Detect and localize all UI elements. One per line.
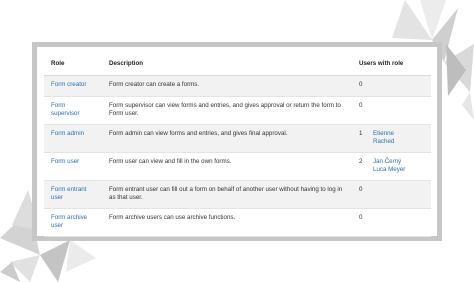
column-header-users: Users with role xyxy=(352,54,431,76)
role-link-form-admin[interactable]: Form admin xyxy=(51,130,84,137)
role-link-form-creator[interactable]: Form creator xyxy=(51,81,86,88)
roles-table: Role Description Users with role Form cr… xyxy=(44,54,431,237)
table-row: Form admin Form admin can view forms and… xyxy=(44,124,431,153)
role-description: Form admin can view forms and entries, a… xyxy=(102,124,352,153)
role-link-form-archive-user[interactable]: Form archive user xyxy=(51,214,87,229)
user-link[interactable]: Jan Černý xyxy=(373,158,405,166)
table-header-row: Role Description Users with role xyxy=(44,54,431,76)
roles-table-panel: Role Description Users with role Form cr… xyxy=(32,42,442,241)
role-link-form-user[interactable]: Form user xyxy=(51,158,79,165)
user-count: 0 xyxy=(359,102,363,109)
table-row: Form supervisor Form supervisor can view… xyxy=(44,96,431,125)
table-row: Form entrant user Form entrant user can … xyxy=(44,180,431,209)
table-row: Form user Form user can view and fill in… xyxy=(44,152,431,181)
user-count: 0 xyxy=(359,214,363,221)
user-count: 2 xyxy=(359,158,363,165)
role-description: Form creator can create a forms. xyxy=(102,75,352,97)
user-count: 0 xyxy=(359,186,363,193)
user-link[interactable]: Rached xyxy=(373,138,394,146)
role-description: Form archive users can use archive funct… xyxy=(102,208,352,237)
user-link[interactable]: Etienne xyxy=(373,130,394,138)
role-description: Form user can view and fill in the own f… xyxy=(102,152,352,181)
role-link-form-entrant-user[interactable]: Form entrant user xyxy=(51,186,86,201)
role-description: Form entrant user can fill out a form on… xyxy=(102,180,352,209)
user-count: 0 xyxy=(359,81,363,88)
role-link-form-supervisor[interactable]: Form supervisor xyxy=(51,102,80,117)
user-link[interactable]: Luca Meyer xyxy=(373,166,405,174)
table-row: Form archive user Form archive users can… xyxy=(44,208,431,237)
user-count: 1 xyxy=(359,130,363,137)
column-header-description: Description xyxy=(102,54,352,76)
column-header-role: Role xyxy=(44,54,102,76)
role-description: Form supervisor can view forms and entri… xyxy=(102,96,352,125)
table-row: Form creator Form creator can create a f… xyxy=(44,75,431,97)
